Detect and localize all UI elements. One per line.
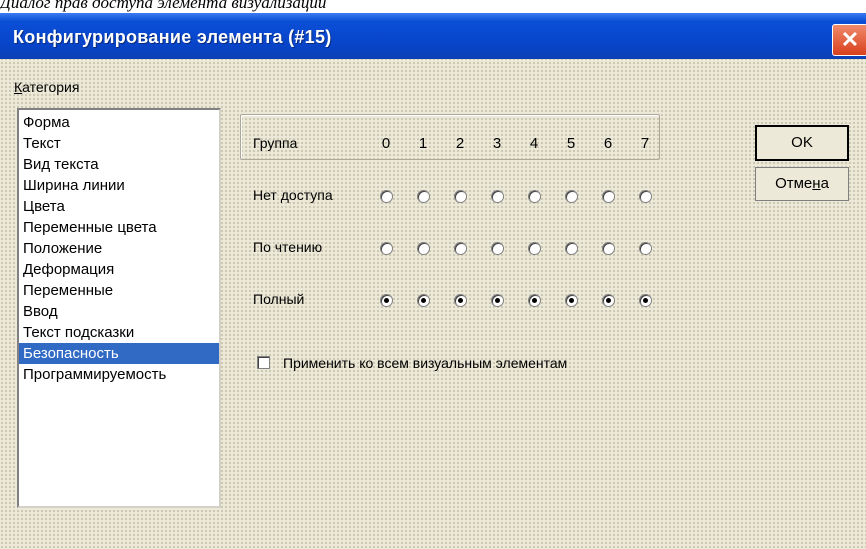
category-item[interactable]: Ширина линии — [19, 175, 219, 196]
close-button[interactable]: ✕ — [832, 24, 866, 56]
config-dialog: Конфигурирование элемента (#15) ✕ Катего… — [0, 13, 866, 549]
access-radio[interactable] — [454, 294, 467, 307]
access-radio[interactable] — [528, 190, 541, 203]
group-header-label: Группа — [253, 135, 298, 151]
category-item[interactable]: Текст подсказки — [19, 322, 219, 343]
category-list[interactable]: Форма Текст Вид текста Ширина линии Цвета Пер… — [17, 108, 221, 508]
group-number: 6 — [603, 135, 613, 152]
access-radio[interactable] — [380, 190, 393, 203]
category-item[interactable]: Текст — [19, 133, 219, 154]
access-radio[interactable] — [528, 294, 541, 307]
access-radio[interactable] — [491, 190, 504, 203]
access-radio[interactable] — [491, 242, 504, 255]
group-number: 4 — [529, 135, 539, 152]
group-header-frame — [240, 114, 660, 160]
category-item[interactable]: Программируемость — [19, 364, 219, 385]
access-radio[interactable] — [639, 294, 652, 307]
group-number: 2 — [455, 135, 465, 152]
cancel-label-mnemonic: н — [812, 175, 821, 192]
access-row-label: Нет доступа — [253, 187, 333, 203]
title-bar[interactable]: Конфигурирование элемента (#15) ✕ — [0, 13, 866, 59]
access-radio[interactable] — [602, 242, 615, 255]
access-radio[interactable] — [565, 242, 578, 255]
figure-caption: Диалог прав доступа элемента визуализаци… — [0, 0, 327, 12]
cancel-button[interactable]: Отмена — [755, 167, 849, 201]
group-number: 0 — [381, 135, 391, 152]
category-label: Категория — [14, 79, 79, 95]
group-number: 5 — [566, 135, 576, 152]
access-radio[interactable] — [639, 242, 652, 255]
access-radio[interactable] — [417, 294, 430, 307]
category-item[interactable]: Ввод — [19, 301, 219, 322]
group-number: 3 — [492, 135, 502, 152]
apply-all-checkbox[interactable] — [257, 356, 270, 369]
category-label-mnemonic: К — [14, 79, 23, 95]
access-radio[interactable] — [380, 242, 393, 255]
access-radio[interactable] — [565, 294, 578, 307]
group-number: 7 — [640, 135, 650, 152]
access-radio[interactable] — [602, 190, 615, 203]
cancel-label-end: а — [820, 175, 829, 192]
access-radio[interactable] — [491, 294, 504, 307]
access-row-label: По чтению — [253, 239, 323, 255]
group-number: 1 — [418, 135, 428, 152]
access-radio[interactable] — [639, 190, 652, 203]
access-radio[interactable] — [380, 294, 393, 307]
access-radio[interactable] — [454, 242, 467, 255]
access-radio[interactable] — [602, 294, 615, 307]
access-row-label: Полный — [253, 291, 305, 307]
category-item[interactable]: Вид текста — [19, 154, 219, 175]
category-item[interactable]: Деформация — [19, 259, 219, 280]
close-icon: ✕ — [840, 27, 860, 52]
apply-all-label[interactable]: Применить ко всем визуальным элементам — [283, 355, 567, 371]
window-title: Конфигурирование элемента (#15) — [13, 27, 332, 47]
access-radio[interactable] — [417, 242, 430, 255]
category-item[interactable]: Положение — [19, 238, 219, 259]
category-item[interactable]: Переменные — [19, 280, 219, 301]
access-radio[interactable] — [528, 242, 541, 255]
category-item[interactable]: Безопасность — [19, 343, 219, 364]
access-radio[interactable] — [454, 190, 467, 203]
category-item[interactable]: Форма — [19, 112, 219, 133]
cancel-label-start: Отме — [775, 175, 813, 192]
category-item[interactable]: Цвета — [19, 196, 219, 217]
ok-button[interactable]: OK — [755, 125, 849, 161]
access-radio[interactable] — [565, 190, 578, 203]
access-radio[interactable] — [417, 190, 430, 203]
category-label-text: атегория — [22, 79, 80, 95]
category-item[interactable]: Переменные цвета — [19, 217, 219, 238]
